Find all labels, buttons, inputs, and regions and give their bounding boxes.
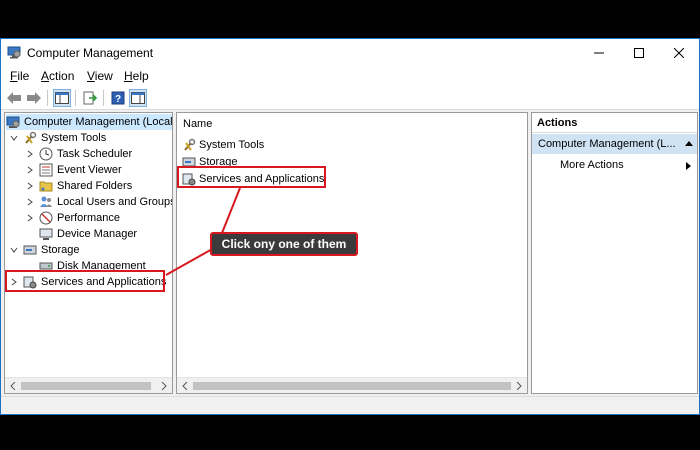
list-item-system-tools[interactable]: System Tools bbox=[182, 137, 264, 153]
menu-action[interactable]: Action bbox=[41, 69, 74, 83]
tree-label-storage: Storage bbox=[41, 244, 80, 256]
tree-label-device-manager: Device Manager bbox=[57, 228, 138, 240]
tree-item-event-viewer[interactable]: Event Viewer bbox=[25, 162, 122, 178]
close-button[interactable] bbox=[659, 39, 699, 66]
tree-item-system-tools[interactable]: System Tools bbox=[9, 130, 106, 146]
highlight-box-list-services bbox=[177, 166, 326, 188]
toolbar-separator bbox=[75, 90, 76, 106]
help-button[interactable]: ? bbox=[109, 89, 127, 107]
tree-root-computer-management[interactable]: Computer Management (Local bbox=[6, 114, 172, 130]
collapsed-chevron-icon[interactable] bbox=[25, 181, 35, 191]
tree-label-local-users-groups: Local Users and Groups bbox=[57, 196, 173, 208]
tree-horizontal-scrollbar[interactable] bbox=[5, 377, 172, 393]
screenshot-frame: Computer Management File Action View Hel… bbox=[0, 0, 700, 450]
computer-management-window: Computer Management File Action View Hel… bbox=[0, 38, 700, 415]
performance-icon bbox=[39, 211, 53, 225]
minimize-button[interactable] bbox=[579, 39, 619, 66]
minimize-icon bbox=[594, 52, 604, 53]
back-arrow-icon bbox=[7, 92, 21, 104]
highlight-box-tree-services bbox=[5, 270, 165, 292]
menu-file[interactable]: File bbox=[10, 69, 29, 83]
toolbar-separator bbox=[47, 90, 48, 106]
more-actions-item[interactable]: More Actions bbox=[560, 159, 624, 171]
maximize-button[interactable] bbox=[619, 39, 659, 66]
collapsed-chevron-icon[interactable] bbox=[25, 149, 35, 159]
collapsed-chevron-icon[interactable] bbox=[25, 197, 35, 207]
tree-label-performance: Performance bbox=[57, 212, 120, 224]
tree-label-task-scheduler: Task Scheduler bbox=[57, 148, 133, 160]
close-icon bbox=[674, 47, 684, 58]
scroll-left-arrow-icon[interactable] bbox=[177, 378, 193, 393]
actions-section-computer-management[interactable]: Computer Management (L... bbox=[532, 134, 697, 154]
column-header-name[interactable]: Name bbox=[177, 113, 527, 135]
back-button[interactable] bbox=[5, 89, 23, 107]
tree-label-shared-folders: Shared Folders bbox=[57, 180, 133, 192]
scroll-left-arrow-icon[interactable] bbox=[5, 378, 21, 393]
action-pane-icon bbox=[131, 92, 145, 104]
tree-item-local-users-groups[interactable]: Local Users and Groups bbox=[25, 194, 173, 210]
console-tree-pane: Computer Management (Local System Tools … bbox=[4, 112, 173, 394]
list-label-system-tools: System Tools bbox=[199, 139, 265, 151]
tree-root-label: Computer Management (Local bbox=[24, 116, 173, 128]
status-bar bbox=[1, 396, 699, 414]
submenu-arrow-icon bbox=[686, 162, 691, 170]
scroll-thumb[interactable] bbox=[193, 382, 511, 390]
tree-item-performance[interactable]: Performance bbox=[25, 210, 120, 226]
scroll-thumb[interactable] bbox=[21, 382, 151, 390]
forward-button[interactable] bbox=[25, 89, 43, 107]
tree-label-system-tools: System Tools bbox=[41, 132, 107, 144]
collapsed-chevron-icon[interactable] bbox=[25, 165, 35, 175]
event-viewer-icon bbox=[39, 163, 53, 177]
export-list-icon bbox=[83, 91, 97, 105]
collapse-up-arrow-icon[interactable] bbox=[685, 140, 693, 146]
tree-label-event-viewer: Event Viewer bbox=[57, 164, 122, 176]
collapsed-chevron-icon[interactable] bbox=[25, 213, 35, 223]
scroll-right-arrow-icon[interactable] bbox=[156, 378, 172, 393]
system-tools-icon bbox=[25, 131, 37, 144]
storage-icon bbox=[23, 245, 37, 255]
system-tools-icon bbox=[184, 138, 196, 151]
scroll-right-arrow-icon[interactable] bbox=[511, 378, 527, 393]
export-list-button[interactable] bbox=[81, 89, 99, 107]
toolbar: ? bbox=[1, 86, 699, 110]
expanded-chevron-icon[interactable] bbox=[9, 245, 19, 255]
help-icon: ? bbox=[111, 91, 125, 105]
menu-help[interactable]: Help bbox=[124, 69, 149, 83]
maximize-icon bbox=[634, 47, 644, 58]
window-title: Computer Management bbox=[27, 46, 154, 60]
show-hide-console-tree-button[interactable] bbox=[53, 89, 71, 107]
actions-pane: Actions Computer Management (L... More A… bbox=[531, 112, 698, 394]
users-icon bbox=[40, 196, 52, 207]
computer-management-icon bbox=[7, 46, 21, 59]
tree-item-task-scheduler[interactable]: Task Scheduler bbox=[25, 146, 132, 162]
title-bar[interactable]: Computer Management bbox=[1, 39, 699, 66]
device-manager-icon bbox=[39, 228, 53, 240]
actions-header: Actions bbox=[532, 113, 697, 133]
computer-management-icon bbox=[6, 116, 20, 128]
menu-view[interactable]: View bbox=[87, 69, 113, 83]
actions-section-label: Computer Management (L... bbox=[538, 138, 676, 150]
list-horizontal-scrollbar[interactable] bbox=[177, 377, 527, 393]
console-tree-icon bbox=[55, 92, 69, 104]
clock-icon bbox=[39, 147, 53, 161]
expanded-chevron-icon[interactable] bbox=[9, 133, 19, 143]
menu-bar: File Action View Help bbox=[1, 66, 699, 86]
tree-item-storage[interactable]: Storage bbox=[9, 242, 80, 258]
shared-folder-icon bbox=[39, 181, 53, 192]
tree-item-shared-folders[interactable]: Shared Folders bbox=[25, 178, 132, 194]
show-hide-action-pane-button[interactable] bbox=[129, 89, 147, 107]
tree-item-device-manager[interactable]: Device Manager bbox=[39, 226, 137, 242]
forward-arrow-icon bbox=[27, 92, 41, 104]
toolbar-separator bbox=[103, 90, 104, 106]
annotation-callout: Click ony one of them bbox=[210, 232, 358, 256]
svg-text:?: ? bbox=[115, 94, 121, 105]
